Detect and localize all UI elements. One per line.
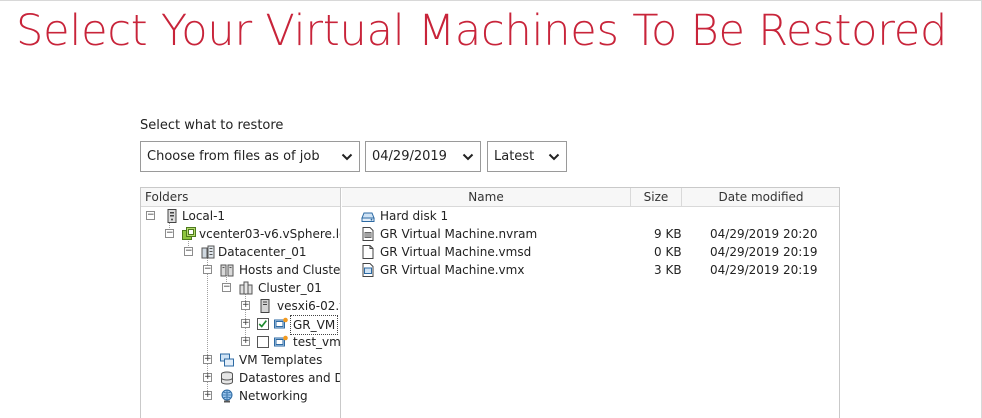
tree-item-test-vm[interactable]: + test_vm bbox=[141, 333, 341, 351]
file-name: GR Virtual Machine.nvram bbox=[380, 227, 538, 241]
checkmark-icon bbox=[258, 320, 267, 328]
job-select[interactable]: Choose from files as of job bbox=[140, 141, 360, 172]
collapse-toggle[interactable]: − bbox=[184, 247, 193, 256]
hosts-clusters-icon bbox=[220, 264, 234, 277]
chevron-down-icon bbox=[548, 153, 560, 160]
expand-toggle[interactable]: + bbox=[241, 301, 250, 310]
tree-item-gr-vm[interactable]: + GR_VM bbox=[141, 315, 340, 335]
chevron-down-icon bbox=[462, 153, 474, 160]
tree-item-vcenter[interactable]: − vcenter03-v6.vSphere.loc bbox=[141, 225, 341, 243]
file-icon bbox=[362, 245, 374, 259]
file-row[interactable]: GR Virtual Machine.vmsd 0 KB 04/29/2019 … bbox=[342, 243, 840, 261]
file-size: 9 KB bbox=[654, 227, 682, 241]
vm-icon bbox=[274, 317, 288, 329]
file-date: 04/29/2019 20:19 bbox=[710, 245, 818, 259]
tree-item-label: Cluster_01 bbox=[258, 281, 322, 295]
collapse-toggle[interactable]: − bbox=[203, 265, 212, 274]
tree-item-local-1[interactable]: − Local-1 bbox=[141, 207, 340, 225]
version-select-value: Latest bbox=[494, 149, 535, 164]
tree-item-label: VM Templates bbox=[239, 353, 323, 367]
expand-toggle[interactable]: + bbox=[203, 391, 212, 400]
tree-item-datacenter[interactable]: − Datacenter_01 bbox=[141, 243, 340, 261]
file-name: GR Virtual Machine.vmx bbox=[380, 263, 525, 277]
tree-item-networking[interactable]: + Networking bbox=[141, 387, 340, 405]
tree-item-label: Datacenter_01 bbox=[218, 245, 307, 259]
file-row[interactable]: GR Virtual Machine.vmx 3 KB 04/29/2019 2… bbox=[342, 261, 840, 279]
tree-item-label: vcenter03-v6.vSphere.loc bbox=[199, 227, 341, 241]
tree-item-datastores[interactable]: + Datastores and Da bbox=[141, 369, 341, 387]
date-select-value: 04/29/2019 bbox=[372, 149, 447, 164]
vm-templates-icon bbox=[220, 353, 234, 367]
datacenter-icon bbox=[201, 245, 215, 259]
gr-vm-checkbox[interactable] bbox=[257, 318, 269, 330]
column-header-date[interactable]: Date modified bbox=[682, 188, 840, 207]
network-icon bbox=[221, 389, 233, 403]
collapse-toggle[interactable]: − bbox=[165, 229, 174, 238]
tree-item-label: vesxi6-02.v bbox=[277, 299, 341, 313]
folders-header: Folders bbox=[141, 188, 340, 207]
chevron-down-icon bbox=[341, 153, 353, 160]
file-date: 04/29/2019 20:20 bbox=[710, 227, 818, 241]
tree-item-label: test_vm bbox=[293, 335, 341, 349]
expand-toggle[interactable]: + bbox=[203, 355, 212, 364]
restore-browser: Folders − Local-1 − vcenter03-v6.vSphere… bbox=[140, 187, 840, 418]
hard-disk-icon bbox=[361, 212, 375, 222]
column-header-size[interactable]: Size bbox=[631, 188, 682, 207]
tree-item-cluster-01[interactable]: − Cluster_01 bbox=[141, 279, 340, 297]
expand-toggle[interactable]: + bbox=[241, 337, 250, 346]
datastore-icon bbox=[221, 371, 233, 385]
column-header-name[interactable]: Name bbox=[342, 188, 631, 207]
tree-item-label: Networking bbox=[239, 389, 308, 403]
tree-item-label: Datastores and Da bbox=[239, 371, 341, 385]
nvram-file-icon bbox=[362, 227, 374, 241]
tree-item-host[interactable]: + vesxi6-02.v bbox=[141, 297, 341, 315]
file-row[interactable]: GR Virtual Machine.nvram 9 KB 04/29/2019… bbox=[342, 225, 840, 243]
tree-item-label: GR_VM bbox=[290, 315, 339, 335]
vcenter-icon bbox=[182, 227, 196, 240]
server-icon bbox=[167, 209, 177, 223]
page-title: Select Your Virtual Machines To Be Resto… bbox=[16, 6, 948, 56]
cluster-icon bbox=[239, 281, 253, 295]
tree-item-label: Local-1 bbox=[182, 209, 226, 223]
test-vm-checkbox[interactable] bbox=[257, 336, 269, 348]
tree-item-label: Hosts and Clusters bbox=[239, 263, 341, 277]
job-select-value: Choose from files as of job bbox=[147, 149, 320, 164]
file-row[interactable]: Hard disk 1 bbox=[342, 207, 840, 225]
tree-item-vm-templates[interactable]: + VM Templates bbox=[141, 351, 340, 369]
vmx-file-icon bbox=[362, 263, 374, 277]
folders-pane[interactable]: Folders − Local-1 − vcenter03-v6.vSphere… bbox=[141, 188, 341, 418]
expand-toggle[interactable]: + bbox=[241, 319, 250, 328]
host-icon bbox=[260, 299, 270, 313]
expand-toggle[interactable]: + bbox=[203, 373, 212, 382]
date-select[interactable]: 04/29/2019 bbox=[365, 141, 481, 172]
file-size: 3 KB bbox=[654, 263, 682, 277]
file-date: 04/29/2019 20:19 bbox=[710, 263, 818, 277]
vm-icon bbox=[274, 335, 288, 347]
version-select[interactable]: Latest bbox=[487, 141, 567, 172]
select-what-label: Select what to restore bbox=[140, 118, 284, 133]
collapse-toggle[interactable]: − bbox=[146, 211, 155, 220]
file-name: Hard disk 1 bbox=[380, 209, 449, 223]
file-name: GR Virtual Machine.vmsd bbox=[380, 245, 532, 259]
file-size: 0 KB bbox=[654, 245, 682, 259]
files-pane[interactable]: Name Size Date modified Hard disk 1 GR V… bbox=[342, 188, 839, 418]
collapse-toggle[interactable]: − bbox=[222, 283, 231, 292]
tree-item-hosts-and-clusters[interactable]: − Hosts and Clusters bbox=[141, 261, 341, 279]
